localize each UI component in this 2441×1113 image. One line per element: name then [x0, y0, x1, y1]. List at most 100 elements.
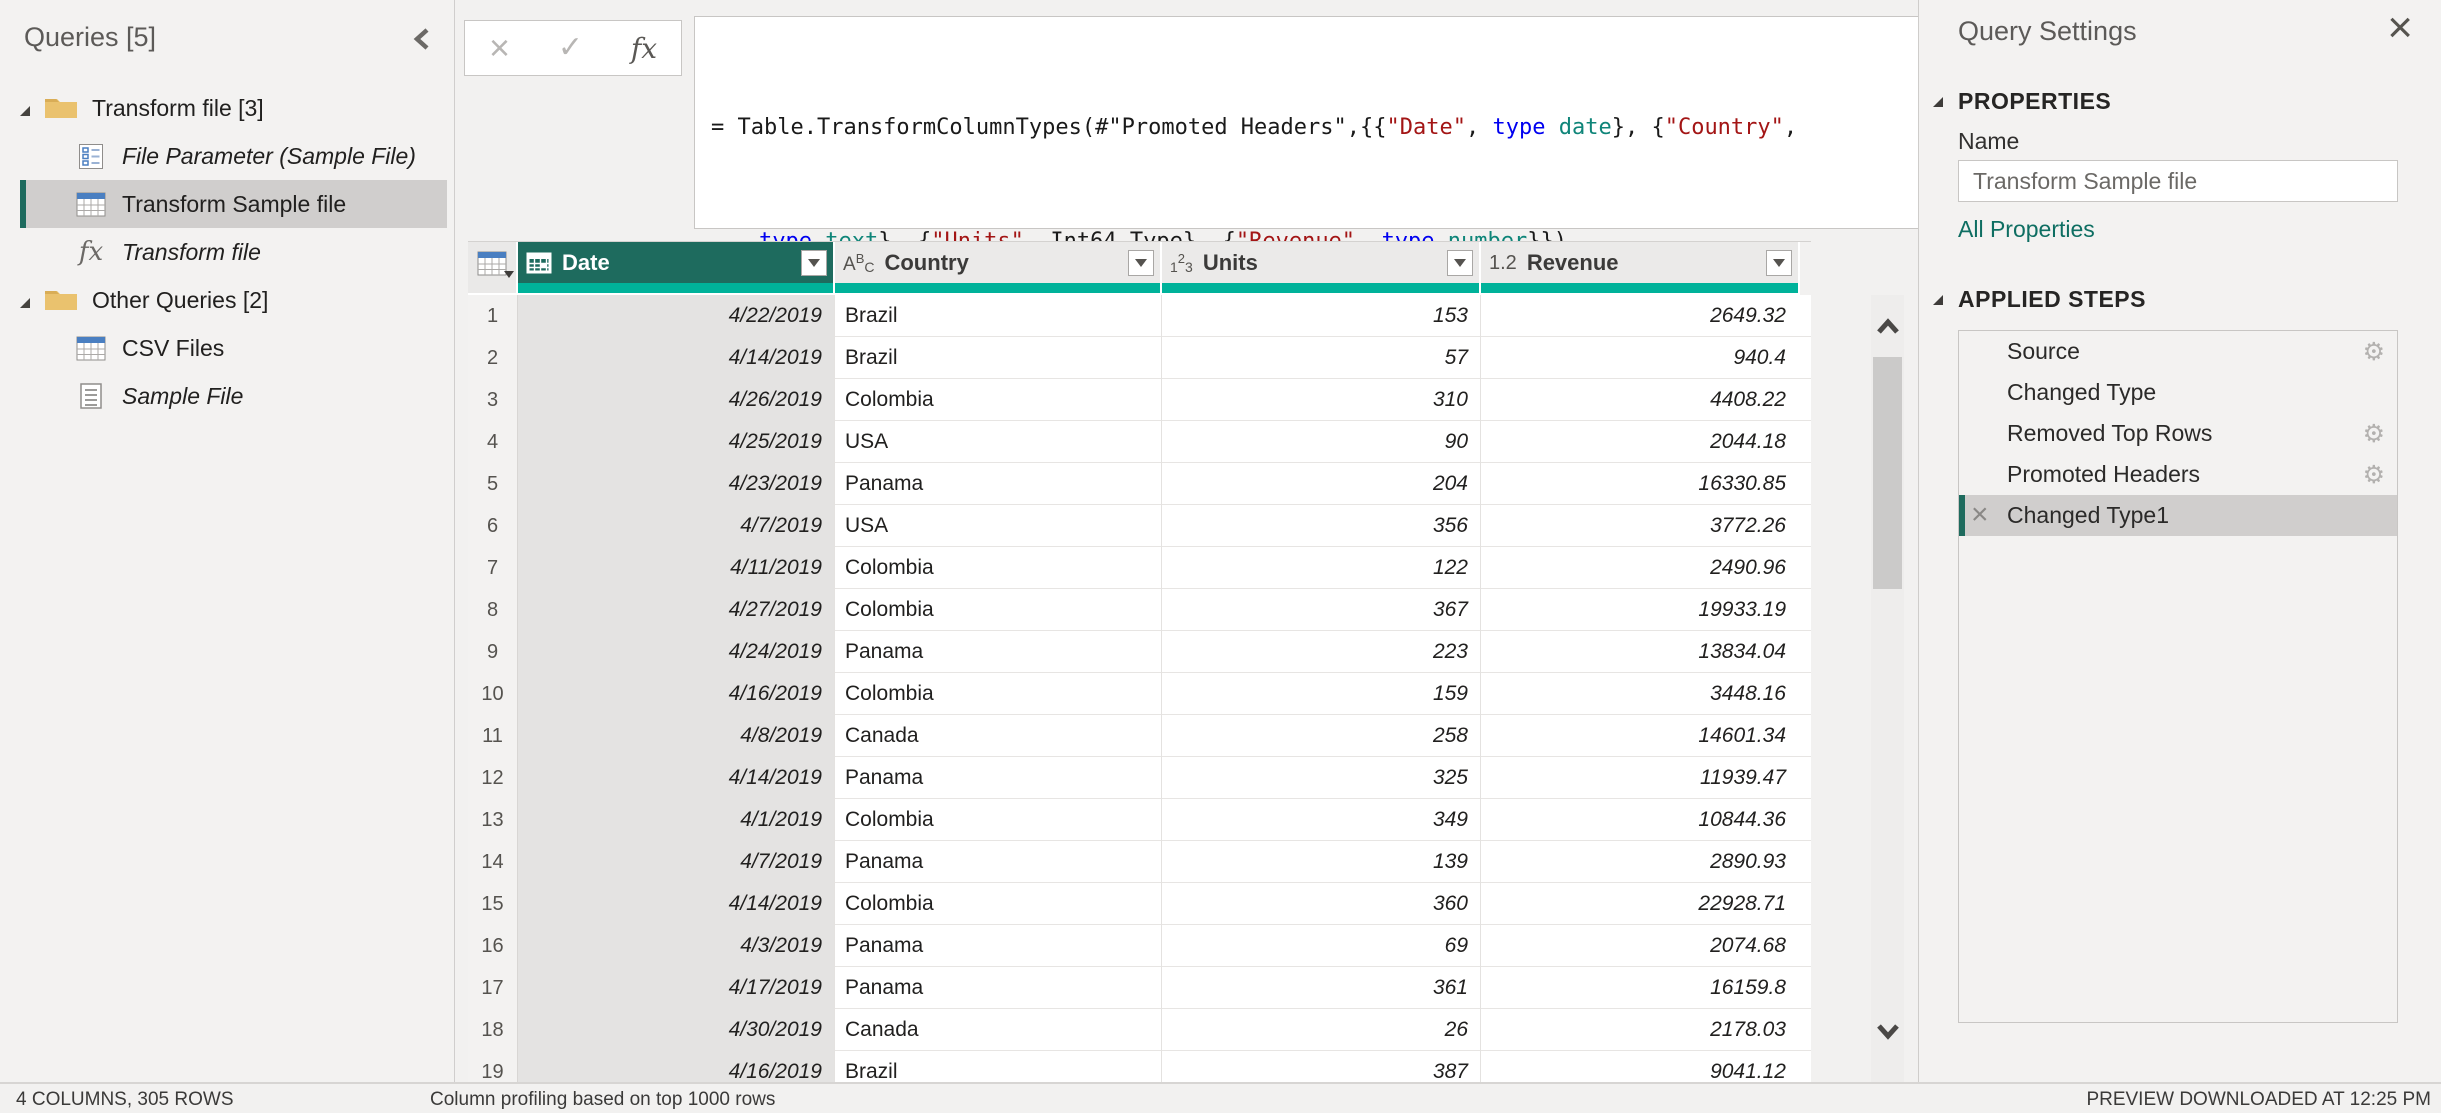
cell-revenue[interactable]: 19933.19	[1481, 589, 1800, 631]
cell-date[interactable]: 4/25/2019	[518, 421, 835, 463]
cell-revenue[interactable]: 11939.47	[1481, 757, 1800, 799]
cell-country[interactable]: Panama	[835, 967, 1162, 1009]
cell-revenue[interactable]: 13834.04	[1481, 631, 1800, 673]
row-number[interactable]: 6	[468, 505, 518, 547]
cell-country[interactable]: Panama	[835, 925, 1162, 967]
applied-step-source[interactable]: Source⚙	[1959, 331, 2397, 372]
cell-date[interactable]: 4/11/2019	[518, 547, 835, 589]
row-number[interactable]: 1	[468, 295, 518, 337]
cell-country[interactable]: Panama	[835, 841, 1162, 883]
cell-units[interactable]: 325	[1162, 757, 1481, 799]
cell-date[interactable]: 4/17/2019	[518, 967, 835, 1009]
filter-dropdown-icon[interactable]	[801, 250, 827, 276]
cell-revenue[interactable]: 16159.8	[1481, 967, 1800, 1009]
row-number[interactable]: 16	[468, 925, 518, 967]
cell-date[interactable]: 4/7/2019	[518, 841, 835, 883]
scrollbar-thumb[interactable]	[1873, 357, 1902, 589]
row-number[interactable]: 5	[468, 463, 518, 505]
cell-units[interactable]: 367	[1162, 589, 1481, 631]
row-number[interactable]: 18	[468, 1009, 518, 1051]
cell-country[interactable]: Panama	[835, 631, 1162, 673]
column-header-date[interactable]: Date	[518, 242, 835, 284]
cell-country[interactable]: USA	[835, 421, 1162, 463]
query-item-other-queries-2[interactable]: Other Queries [2]	[20, 276, 447, 324]
cell-date[interactable]: 4/24/2019	[518, 631, 835, 673]
cell-units[interactable]: 310	[1162, 379, 1481, 421]
delete-step-icon[interactable]: ×	[1971, 499, 1989, 529]
cell-revenue[interactable]: 2890.93	[1481, 841, 1800, 883]
row-number[interactable]: 19	[468, 1051, 518, 1082]
cell-country[interactable]: Canada	[835, 1009, 1162, 1051]
cell-country[interactable]: Colombia	[835, 547, 1162, 589]
cell-revenue[interactable]: 2649.32	[1481, 295, 1800, 337]
cell-country[interactable]: Brazil	[835, 1051, 1162, 1082]
cell-units[interactable]: 90	[1162, 421, 1481, 463]
cell-units[interactable]: 349	[1162, 799, 1481, 841]
cell-country[interactable]: Brazil	[835, 295, 1162, 337]
cell-revenue[interactable]: 16330.85	[1481, 463, 1800, 505]
scroll-up-icon[interactable]	[1873, 313, 1902, 343]
cell-revenue[interactable]: 3772.26	[1481, 505, 1800, 547]
cancel-icon[interactable]: ×	[489, 30, 510, 66]
expand-collapse-triangle-icon[interactable]	[20, 287, 42, 314]
query-item-transform-file-3[interactable]: Transform file [3]	[20, 84, 447, 132]
cell-revenue[interactable]: 2490.96	[1481, 547, 1800, 589]
cell-country[interactable]: Colombia	[835, 589, 1162, 631]
cell-date[interactable]: 4/30/2019	[518, 1009, 835, 1051]
cell-units[interactable]: 223	[1162, 631, 1481, 673]
cell-date[interactable]: 4/27/2019	[518, 589, 835, 631]
query-item-sample-file[interactable]: Sample File	[20, 372, 447, 420]
gear-icon[interactable]: ⚙	[2363, 460, 2385, 490]
cell-units[interactable]: 258	[1162, 715, 1481, 757]
column-header-revenue[interactable]: 1.2Revenue	[1481, 242, 1800, 284]
chevron-left-icon[interactable]	[408, 24, 438, 54]
filter-dropdown-icon[interactable]	[1766, 250, 1792, 276]
cell-revenue[interactable]: 2178.03	[1481, 1009, 1800, 1051]
vertical-scrollbar[interactable]	[1871, 295, 1904, 1082]
cell-units[interactable]: 360	[1162, 883, 1481, 925]
cell-units[interactable]: 159	[1162, 673, 1481, 715]
row-number[interactable]: 2	[468, 337, 518, 379]
row-number[interactable]: 15	[468, 883, 518, 925]
cell-date[interactable]: 4/14/2019	[518, 883, 835, 925]
cell-units[interactable]: 356	[1162, 505, 1481, 547]
cell-units[interactable]: 204	[1162, 463, 1481, 505]
row-number[interactable]: 8	[468, 589, 518, 631]
cell-units[interactable]: 139	[1162, 841, 1481, 883]
cell-date[interactable]: 4/1/2019	[518, 799, 835, 841]
applied-step-changed-type1[interactable]: ×Changed Type1	[1959, 495, 2397, 536]
cell-country[interactable]: Panama	[835, 757, 1162, 799]
row-number[interactable]: 4	[468, 421, 518, 463]
cell-units[interactable]: 387	[1162, 1051, 1481, 1082]
cell-revenue[interactable]: 9041.12	[1481, 1051, 1800, 1082]
cell-revenue[interactable]: 2074.68	[1481, 925, 1800, 967]
query-name-input[interactable]	[1958, 160, 2398, 202]
applied-steps-section-header[interactable]: APPLIED STEPS	[1933, 286, 2146, 313]
all-properties-link[interactable]: All Properties	[1958, 216, 2095, 243]
cell-country[interactable]: Colombia	[835, 883, 1162, 925]
applied-step-changed-type[interactable]: Changed Type	[1959, 372, 2397, 413]
filter-dropdown-icon[interactable]	[1447, 250, 1473, 276]
cell-revenue[interactable]: 3448.16	[1481, 673, 1800, 715]
cell-units[interactable]: 361	[1162, 967, 1481, 1009]
cell-date[interactable]: 4/8/2019	[518, 715, 835, 757]
cell-country[interactable]: Brazil	[835, 337, 1162, 379]
cell-country[interactable]: Canada	[835, 715, 1162, 757]
cell-date[interactable]: 4/22/2019	[518, 295, 835, 337]
row-number[interactable]: 10	[468, 673, 518, 715]
cell-revenue[interactable]: 2044.18	[1481, 421, 1800, 463]
applied-step-promoted-headers[interactable]: Promoted Headers⚙	[1959, 454, 2397, 495]
query-item-transform-sample-file[interactable]: Transform Sample file	[20, 180, 447, 228]
cell-revenue[interactable]: 14601.34	[1481, 715, 1800, 757]
cell-country[interactable]: Colombia	[835, 379, 1162, 421]
cell-revenue[interactable]: 4408.22	[1481, 379, 1800, 421]
cell-date[interactable]: 4/26/2019	[518, 379, 835, 421]
cell-date[interactable]: 4/16/2019	[518, 673, 835, 715]
cell-country[interactable]: USA	[835, 505, 1162, 547]
cell-revenue[interactable]: 940.4	[1481, 337, 1800, 379]
row-number[interactable]: 12	[468, 757, 518, 799]
filter-dropdown-icon[interactable]	[1128, 250, 1154, 276]
cell-units[interactable]: 122	[1162, 547, 1481, 589]
cell-date[interactable]: 4/7/2019	[518, 505, 835, 547]
row-number[interactable]: 11	[468, 715, 518, 757]
